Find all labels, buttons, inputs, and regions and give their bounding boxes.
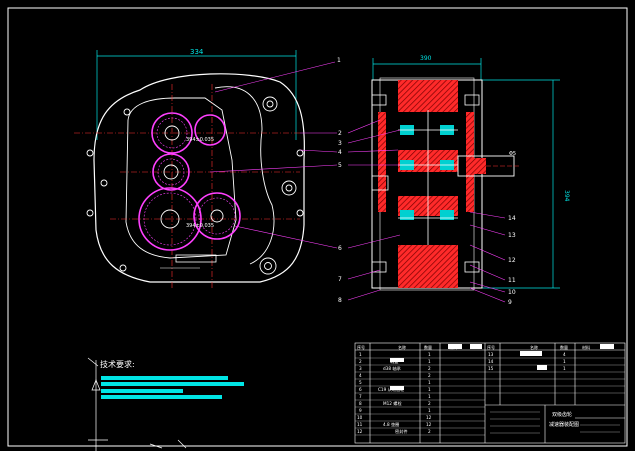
balloon-3: 3 bbox=[338, 140, 342, 147]
tech-requirements: 技术要求: bbox=[87, 357, 244, 451]
balloon-1: 1 bbox=[337, 57, 341, 64]
balloon-7: 7 bbox=[338, 276, 342, 283]
bom-row-qty: 1 bbox=[428, 387, 431, 392]
bom-row-qty: 1 bbox=[428, 352, 431, 357]
balloon-9: 9 bbox=[508, 299, 512, 306]
dim-front-width-label: 334 bbox=[190, 48, 204, 56]
bom-row-no: 13 bbox=[488, 352, 494, 357]
bom-row-no: 10 bbox=[357, 415, 363, 420]
bom-header-mat: 材料 bbox=[449, 344, 457, 350]
bom-header-qty: 数量 bbox=[424, 344, 432, 350]
dim-side-height-label: 394 bbox=[563, 190, 570, 202]
balloon-6: 6 bbox=[338, 245, 342, 252]
bom-header-name: 名称 bbox=[398, 344, 406, 350]
bom-row-no: 7 bbox=[359, 394, 362, 399]
dim-shaft-label: Φ5 bbox=[509, 151, 516, 157]
bom-row-no: 1 bbox=[359, 352, 362, 357]
balloon-13: 13 bbox=[508, 232, 516, 239]
bom-row-qty: 12 bbox=[426, 415, 432, 420]
bom-header-qty-2: 数量 bbox=[560, 344, 568, 350]
bom-row-no: 12 bbox=[357, 429, 363, 434]
bom-row-no: 6 bbox=[359, 387, 362, 392]
bom-row-qty: 1 bbox=[428, 408, 431, 413]
title-block: 双级齿轮 减速器装配图 bbox=[490, 411, 620, 434]
bom-row-qty: 1 bbox=[428, 394, 431, 399]
bom-row-no: 4 bbox=[359, 373, 362, 378]
balloon-4: 4 bbox=[338, 149, 342, 156]
side-view: 390 394 Φ5 bbox=[371, 55, 570, 291]
bom-row-name: 端盖 bbox=[390, 358, 398, 365]
dim-side-width-label: 390 bbox=[420, 55, 432, 62]
bom-row-no: 8 bbox=[359, 401, 362, 406]
bom-header-no-2: 序号 bbox=[487, 344, 495, 350]
boss-top bbox=[262, 96, 278, 112]
dim-center-dist-bottom: 394±0.035 bbox=[186, 223, 214, 229]
bom-row-qty: 2 bbox=[428, 366, 431, 371]
bom-row-qty: 1 bbox=[563, 366, 566, 371]
balloon-14: 14 bbox=[508, 215, 516, 222]
bom-row-no: 3 bbox=[359, 366, 362, 371]
dim-center-dist-top: 394±0.035 bbox=[186, 137, 214, 143]
bom-row-no: 15 bbox=[488, 366, 494, 371]
bom-row-name: C19 从动齿轮 bbox=[378, 386, 405, 393]
side-hatch-top bbox=[398, 80, 458, 112]
requirement-bar-2 bbox=[101, 382, 244, 386]
requirement-bar-3 bbox=[101, 389, 183, 393]
bom-row-qty: 1 bbox=[563, 359, 566, 364]
bom-row-no: 5 bbox=[359, 380, 362, 385]
balloon-12: 12 bbox=[508, 257, 516, 264]
bom-row-qty: 2 bbox=[428, 401, 431, 406]
bom-header-mat-2: 材料 bbox=[582, 344, 590, 350]
bom-row-name: d38 轴承 bbox=[383, 365, 402, 372]
balloon-2: 2 bbox=[338, 130, 342, 137]
bom-row-no: 2 bbox=[359, 359, 362, 364]
bom-row-qty: 1 bbox=[428, 359, 431, 364]
bom-row-no: 11 bbox=[357, 422, 363, 427]
boss-right bbox=[281, 180, 297, 196]
side-hatch-bottom bbox=[398, 245, 458, 288]
drawing-border bbox=[7, 7, 628, 447]
bom-row-qty: 4 bbox=[563, 352, 566, 357]
balloon-10: 10 bbox=[508, 289, 516, 296]
bom-row-qty: 12 bbox=[426, 422, 432, 427]
bom-header-no: 序号 bbox=[357, 344, 365, 350]
title-block-line1: 双级齿轮 bbox=[552, 411, 572, 418]
boss-bottom bbox=[259, 257, 277, 275]
bom-row-qty: 1 bbox=[428, 380, 431, 385]
bom-header-name-2: 名称 bbox=[530, 344, 538, 350]
bom-row-qty: 2 bbox=[428, 429, 431, 434]
balloon-11: 11 bbox=[508, 277, 516, 284]
bom-row-name: 4.8 垫圈 bbox=[383, 421, 399, 428]
bom-row-no: 9 bbox=[359, 408, 362, 413]
balloon-5: 5 bbox=[338, 162, 342, 169]
balloon-8: 8 bbox=[338, 297, 342, 304]
tech-requirements-title: 技术要求: bbox=[100, 359, 135, 369]
requirement-bar-1 bbox=[101, 376, 228, 380]
bom-row-no: 14 bbox=[488, 359, 494, 364]
bom-row-name: M12 螺栓 bbox=[383, 400, 402, 407]
requirement-bar-4 bbox=[101, 395, 222, 399]
bom-row-name: 密封件 bbox=[395, 428, 408, 435]
bom-row-qty: 2 bbox=[428, 373, 431, 378]
cad-drawing-canvas: 334 394±0.035 394±0.035 390 394 Φ5 1 2 3… bbox=[7, 7, 628, 451]
title-block-line2: 减速器装配图 bbox=[549, 421, 579, 428]
